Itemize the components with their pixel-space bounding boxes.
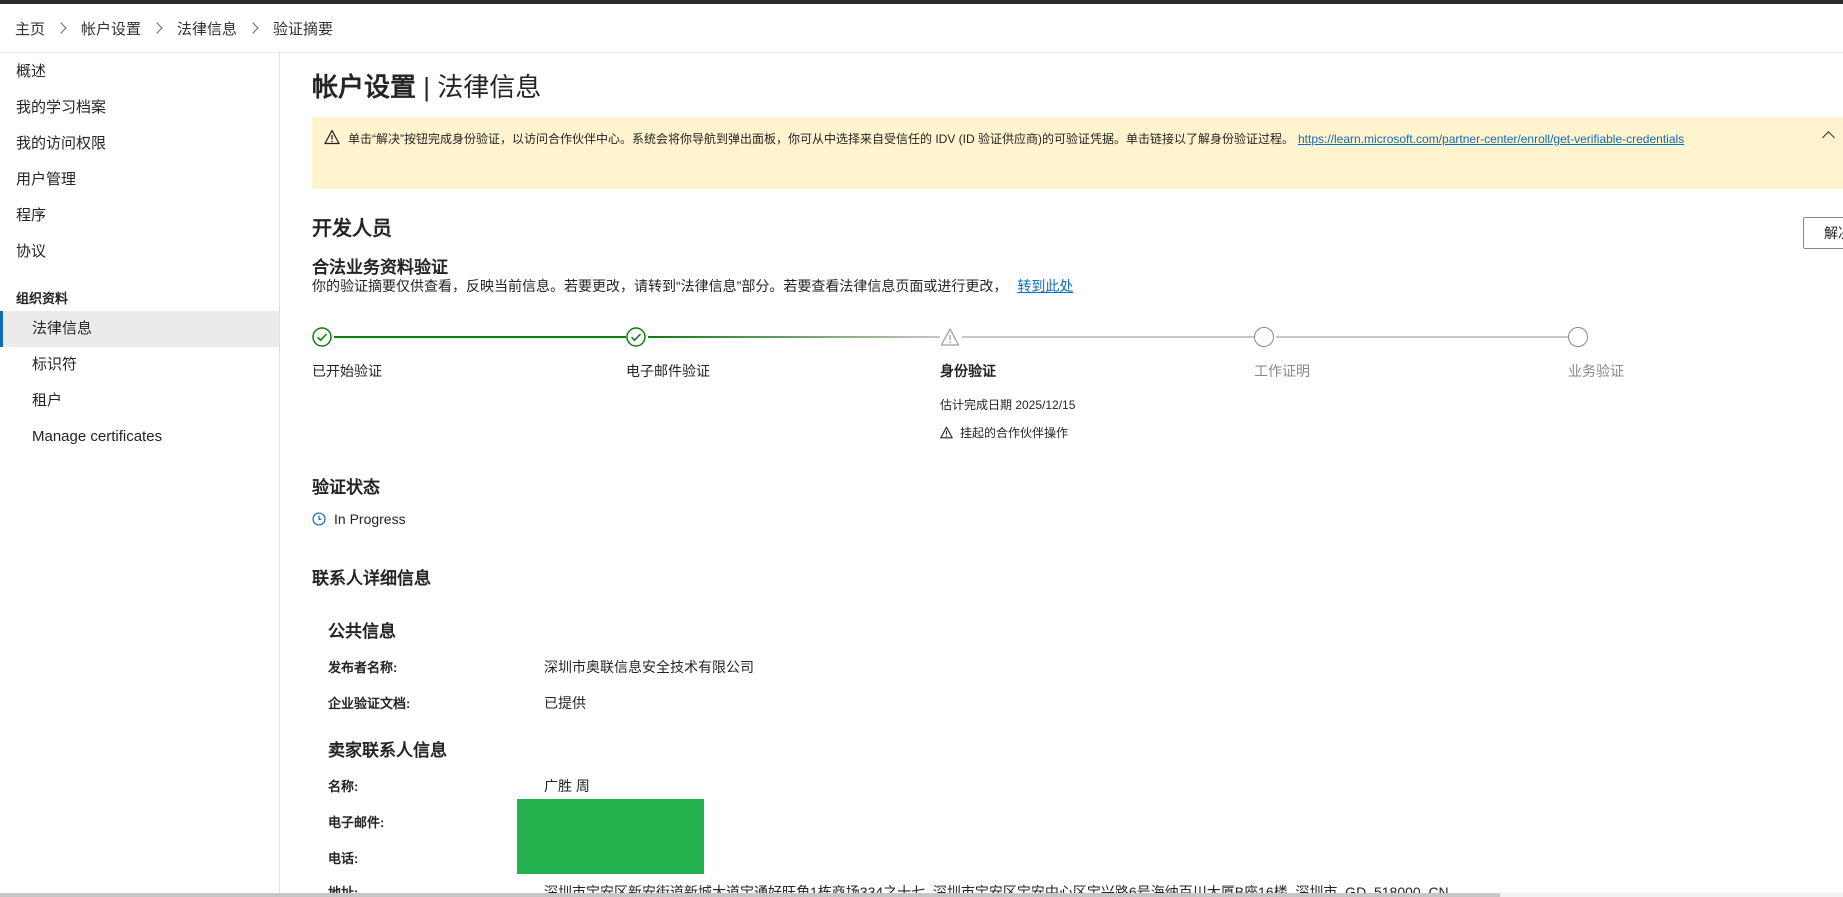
page-title-section: 帐户设置: [312, 72, 417, 102]
estimated-completion-date: 估计完成日期 2025/12/15: [940, 398, 1076, 412]
email-label: 电子邮件:: [328, 815, 385, 830]
warning-banner: 单击“解决”按钮完成身份验证，以访问合作伙伴中心。系统会将你导航到弹出面板，你可…: [312, 117, 1843, 249]
redaction-overlay: [517, 799, 704, 874]
chevron-right-icon: [55, 22, 67, 34]
step-label: 电子邮件验证: [626, 363, 710, 379]
status-value: In Progress: [334, 511, 406, 527]
verification-status-heading: 验证状态: [312, 478, 380, 497]
check-circle-icon: [626, 327, 646, 347]
sidebar-item-identifiers[interactable]: 标识符: [0, 347, 279, 383]
sidebar-item-manage-certificates[interactable]: Manage certificates: [0, 419, 279, 455]
contact-details-heading: 联系人详细信息: [312, 569, 431, 588]
step-label: 业务验证: [1568, 363, 1624, 379]
publisher-name-value: 深圳市奥联信息安全技术有限公司: [544, 659, 754, 675]
sidebar-item-overview[interactable]: 概述: [0, 54, 279, 90]
step-connector: [1276, 336, 1568, 338]
empty-circle-icon: [1254, 327, 1274, 347]
chevron-up-icon[interactable]: [1822, 131, 1835, 144]
phone-label: 电话:: [328, 851, 359, 866]
step-label: 已开始验证: [312, 363, 382, 379]
banner-link[interactable]: https://learn.microsoft.com/partner-cent…: [1298, 132, 1684, 146]
sidebar-item-legal-info[interactable]: 法律信息: [0, 311, 279, 347]
step-label: 工作证明: [1254, 363, 1310, 379]
pending-action-note: 挂起的合作伙伴操作: [940, 424, 1068, 441]
public-info-heading: 公共信息: [328, 622, 396, 641]
sidebar-item-tenants[interactable]: 租户: [0, 383, 279, 419]
page-title: 帐户设置 | 法律信息: [312, 67, 541, 104]
business-docs-label: 企业验证文档:: [328, 696, 411, 711]
go-here-link[interactable]: 转到此处: [1017, 278, 1073, 294]
sidebar-item-agreements[interactable]: 协议: [0, 234, 279, 270]
description-text: 你的验证摘要仅供查看，反映当前信息。若要更改，请转到“法律信息”部分。若要查看法…: [312, 278, 1008, 294]
warning-icon: [940, 426, 953, 439]
resolve-button[interactable]: 解决: [1803, 217, 1843, 249]
warning-icon: [324, 129, 340, 145]
banner-text: 单击“解决”按钮完成身份验证，以访问合作伙伴中心。系统会将你导航到弹出面板，你可…: [348, 132, 1294, 146]
sidebar-divider: [279, 52, 280, 897]
scrollbar-thumb[interactable]: [0, 893, 1500, 897]
business-docs-value: 已提供: [544, 695, 586, 711]
contact-name-label: 名称:: [328, 779, 359, 794]
legal-verification-heading: 合法业务资料验证: [312, 258, 448, 277]
breadcrumb-home[interactable]: 主页: [15, 18, 45, 39]
sidebar-item-programs[interactable]: 程序: [0, 198, 279, 234]
pending-action-text: 挂起的合作伙伴操作: [960, 426, 1069, 440]
breadcrumb-verification-summary: 验证摘要: [273, 20, 334, 38]
check-circle-icon: [312, 327, 332, 347]
horizontal-scrollbar[interactable]: [0, 893, 1843, 897]
banner-message: 单击“解决”按钮完成身份验证，以访问合作伙伴中心。系统会将你导航到弹出面板，你可…: [348, 130, 1684, 147]
chevron-right-icon: [151, 22, 163, 34]
breadcrumb-legal-info[interactable]: 法律信息: [177, 18, 237, 39]
warning-icon: [940, 328, 960, 346]
step-label-current: 身份验证: [940, 363, 996, 379]
step-connector: [962, 336, 1254, 338]
breadcrumb-account-settings[interactable]: 帐户设置: [81, 18, 141, 39]
page-title-page: 法律信息: [437, 72, 542, 102]
breadcrumb: 主页 帐户设置 法律信息 验证摘要: [15, 18, 333, 38]
developer-heading: 开发人员: [312, 218, 392, 240]
chevron-right-icon: [247, 22, 259, 34]
sidebar-item-access[interactable]: 我的访问权限: [0, 126, 279, 162]
top-bar: [0, 0, 1843, 4]
page-title-separator: |: [416, 72, 438, 102]
publisher-name-label: 发布者名称:: [328, 660, 398, 675]
verification-description: 你的验证摘要仅供查看，反映当前信息。若要更改，请转到“法律信息”部分。若要查看法…: [312, 276, 1073, 296]
verification-status: In Progress: [312, 511, 406, 527]
verification-stepper: 已开始验证 电子邮件验证 身份验证 工作证明 业务验证 估计完成日期 2025/…: [312, 323, 1652, 483]
main-content: 帐户设置 | 法律信息 单击“解决”按钮完成身份验证，以访问合作伙伴中心。系统会…: [312, 53, 1843, 897]
sidebar-section-org-profile: 组织资料: [16, 291, 69, 306]
sidebar-item-learning-profile[interactable]: 我的学习档案: [0, 90, 279, 126]
step-connector: [334, 336, 626, 338]
sidebar-item-user-management[interactable]: 用户管理: [0, 162, 279, 198]
contact-name-value: 广胜 周: [544, 778, 590, 794]
seller-contact-heading: 卖家联系人信息: [328, 741, 447, 760]
empty-circle-icon: [1568, 327, 1588, 347]
clock-icon: [312, 512, 326, 526]
step-connector: [648, 336, 940, 338]
